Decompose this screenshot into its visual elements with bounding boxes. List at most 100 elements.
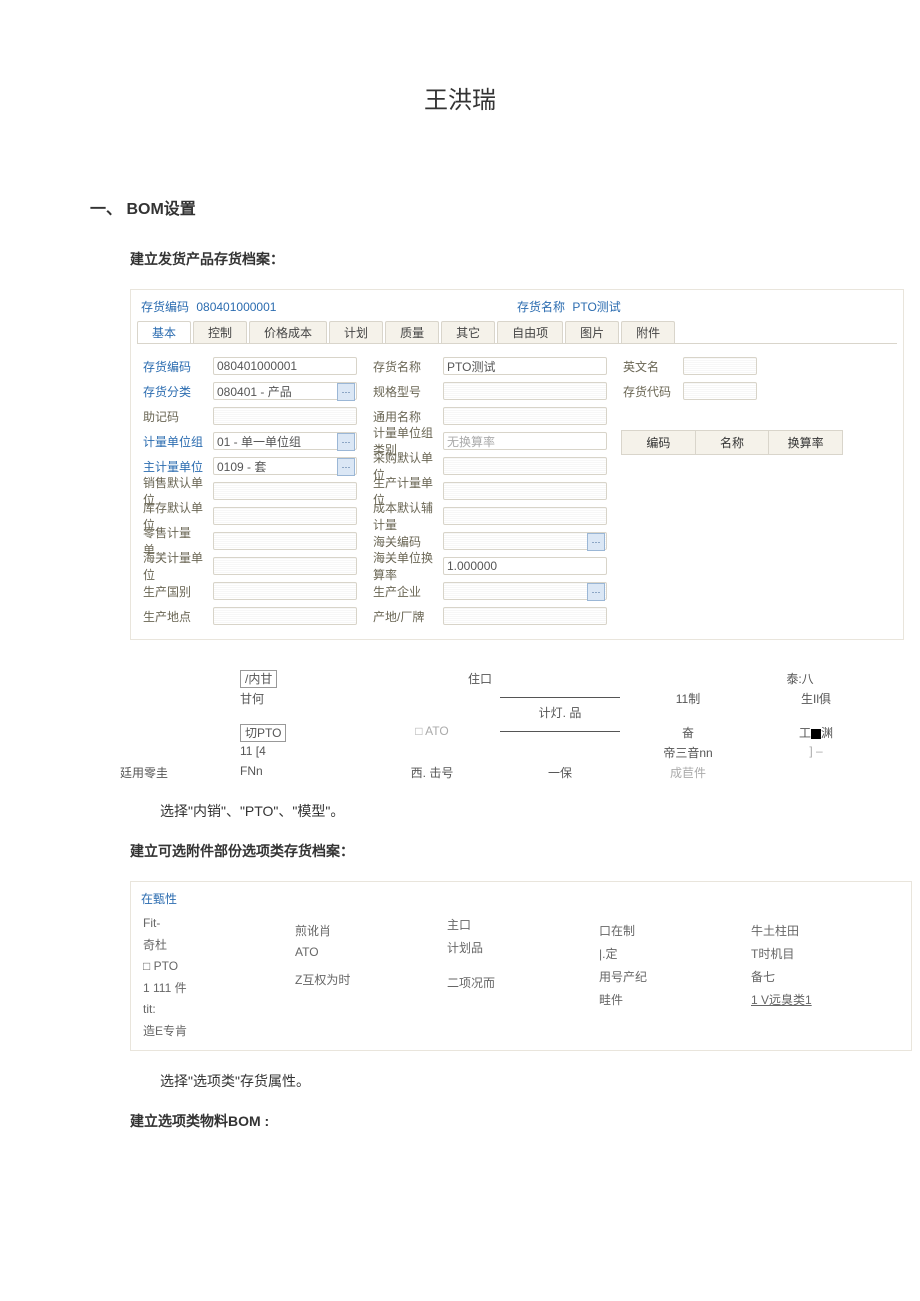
opt-cell: 甘何 xyxy=(120,690,368,721)
fld-country[interactable] xyxy=(213,582,357,600)
p2-cell: 煎讹肖 xyxy=(293,919,445,942)
opt-cell: 生Il俱 xyxy=(752,690,880,721)
options-panel-2: 在甄性 Fit- 奇杜 □ PTO 1 111 件 tit: 造E专肯 煎讹肖 … xyxy=(130,881,912,1051)
tab-other[interactable]: 其它 xyxy=(441,321,495,343)
opt-cell: □ ATO xyxy=(368,724,496,741)
p2-cell: 造E专肯 xyxy=(141,1019,293,1042)
opt-left-label: 廷用零圭 xyxy=(120,764,180,781)
p2-cell: T时机目 xyxy=(749,942,901,965)
tab-price[interactable]: 价格成本 xyxy=(249,321,327,343)
fld-main-uom[interactable]: 0109 - 套 xyxy=(213,457,357,475)
fld-prod-place[interactable] xyxy=(213,607,357,625)
picker-icon[interactable]: ⋯ xyxy=(337,433,355,451)
panel2-title: 在甄性 xyxy=(141,890,901,907)
p2-cell: 用号产纪 xyxy=(597,965,749,988)
lbl-cost-uom: 成本默认辅计量 xyxy=(367,499,443,533)
picker-icon[interactable]: ⋯ xyxy=(587,533,605,551)
lbl-spec: 规格型号 xyxy=(367,383,443,400)
inventory-form-panel: 存货编码 080401000001 存货名称 PTO测试 基本 控制 价格成本 … xyxy=(130,289,904,640)
opt-cell: 西. 击号 xyxy=(368,764,496,781)
lbl-inv-alias: 存货代码 xyxy=(617,383,683,400)
lbl-customs-rate: 海关单位换算率 xyxy=(367,549,443,583)
p2-cell: 计划品 xyxy=(445,936,597,959)
p2-cell: 备七 xyxy=(749,965,901,988)
opt-cell: 帝三音nn xyxy=(624,744,752,761)
p2-cell: 牛土柱田 xyxy=(749,919,901,942)
fld-customs-uom[interactable] xyxy=(213,557,357,575)
fld-spec[interactable] xyxy=(443,382,607,400)
tab-freeitem[interactable]: 自由项 xyxy=(497,321,563,343)
opt-cell: 住口 xyxy=(400,670,560,687)
lbl-inv-code[interactable]: 存货编码 xyxy=(137,358,213,375)
p2-cell: ATO xyxy=(293,942,445,962)
lbl-uom-group[interactable]: 计量单位组 xyxy=(137,433,213,450)
fld-cost-uom[interactable] xyxy=(443,507,607,525)
opt-cell: 计灯. 品 xyxy=(496,690,624,721)
opt-cell: 11 [4 xyxy=(120,744,368,761)
note-1: 选择"内销"、"PTO"、"模型"。 xyxy=(160,801,860,821)
form-tabbar: 基本 控制 价格成本 计划 质量 其它 自由项 图片 附件 xyxy=(137,321,897,344)
lbl-manufacturer: 生产企业 xyxy=(367,583,443,600)
picker-icon[interactable]: ⋯ xyxy=(587,583,605,601)
lbl-customs-code: 海关编码 xyxy=(367,533,443,550)
p2-cell: 畦件 xyxy=(597,988,749,1011)
p2-cell: 1 111 件 xyxy=(141,976,293,999)
p2-cell: 奇杜 xyxy=(141,933,293,956)
lbl-main-uom[interactable]: 主计量单位 xyxy=(137,458,213,475)
section-1-heading: 一、 BOM设置 xyxy=(90,195,860,219)
fld-prod-uom[interactable] xyxy=(443,482,607,500)
fld-mnemonic[interactable] xyxy=(213,407,357,425)
fld-origin[interactable] xyxy=(443,607,607,625)
top-name-value: PTO测试 xyxy=(572,300,620,314)
note-2: 选择"选项类"存货属性。 xyxy=(160,1071,860,1091)
fld-uom-group[interactable]: 01 - 单一单位组 xyxy=(213,432,357,450)
picker-icon[interactable]: ⋯ xyxy=(337,458,355,476)
lbl-origin: 产地/厂牌 xyxy=(367,608,443,625)
lbl-mnemonic: 助记码 xyxy=(137,408,213,425)
top-code-label: 存货编码 xyxy=(141,300,189,314)
opt-cell: 工渊 xyxy=(752,724,880,741)
opt-cell: 11制 xyxy=(624,690,752,721)
p2-cell: 主口 xyxy=(445,913,597,936)
lbl-common-name: 通用名称 xyxy=(367,408,443,425)
tab-control[interactable]: 控制 xyxy=(193,321,247,343)
lbl-eng-name: 英文名 xyxy=(617,358,683,375)
tab-quality[interactable]: 质量 xyxy=(385,321,439,343)
tab-image[interactable]: 图片 xyxy=(565,321,619,343)
fld-retail-uom[interactable] xyxy=(213,532,357,550)
lbl-inv-name: 存货名称 xyxy=(367,358,443,375)
mini-th-rate: 换算率 xyxy=(769,431,842,454)
opt-cell: 切PTO xyxy=(120,724,368,741)
lbl-prod-place: 生产地点 xyxy=(137,608,213,625)
fld-uom-type[interactable]: 无换算率 xyxy=(443,432,607,450)
opt-cell: 奋 xyxy=(624,724,752,741)
fld-inv-name[interactable]: PTO测试 xyxy=(443,357,607,375)
fld-customs-rate[interactable]: 1.000000 xyxy=(443,557,607,575)
fld-customs-code[interactable] xyxy=(443,532,607,550)
picker-icon[interactable]: ⋯ xyxy=(337,383,355,401)
tab-plan[interactable]: 计划 xyxy=(329,321,383,343)
mini-th-name: 名称 xyxy=(696,431,770,454)
fld-purchase-uom[interactable] xyxy=(443,457,607,475)
fld-inv-code[interactable]: 080401000001 xyxy=(213,357,357,375)
opt-cell: 成苣件 xyxy=(624,764,752,781)
p2-cell-link[interactable]: 1 V远臭类1 xyxy=(749,988,901,1011)
fld-common-name[interactable] xyxy=(443,407,607,425)
p2-cell: Z互权为时 xyxy=(293,968,445,991)
fld-inv-class[interactable]: 080401 - 产品 xyxy=(213,382,357,400)
opt-cell: FNn xyxy=(180,764,368,781)
tab-basic[interactable]: 基本 xyxy=(137,321,191,343)
lbl-inv-class[interactable]: 存货分类 xyxy=(137,383,213,400)
fld-eng-name[interactable] xyxy=(683,357,757,375)
top-code-value: 080401000001 xyxy=(196,300,276,314)
fld-inv-alias[interactable] xyxy=(683,382,757,400)
opt-cell: 泰:八 xyxy=(720,670,880,687)
opt-cell: 一保 xyxy=(496,764,624,781)
lbl-country: 生产国别 xyxy=(137,583,213,600)
fld-sales-uom[interactable] xyxy=(213,482,357,500)
fld-manufacturer[interactable] xyxy=(443,582,607,600)
tab-attachment[interactable]: 附件 xyxy=(621,321,675,343)
p2-cell: Fit- xyxy=(141,913,293,933)
fld-stock-uom[interactable] xyxy=(213,507,357,525)
opt-cell: ] – xyxy=(752,744,880,761)
